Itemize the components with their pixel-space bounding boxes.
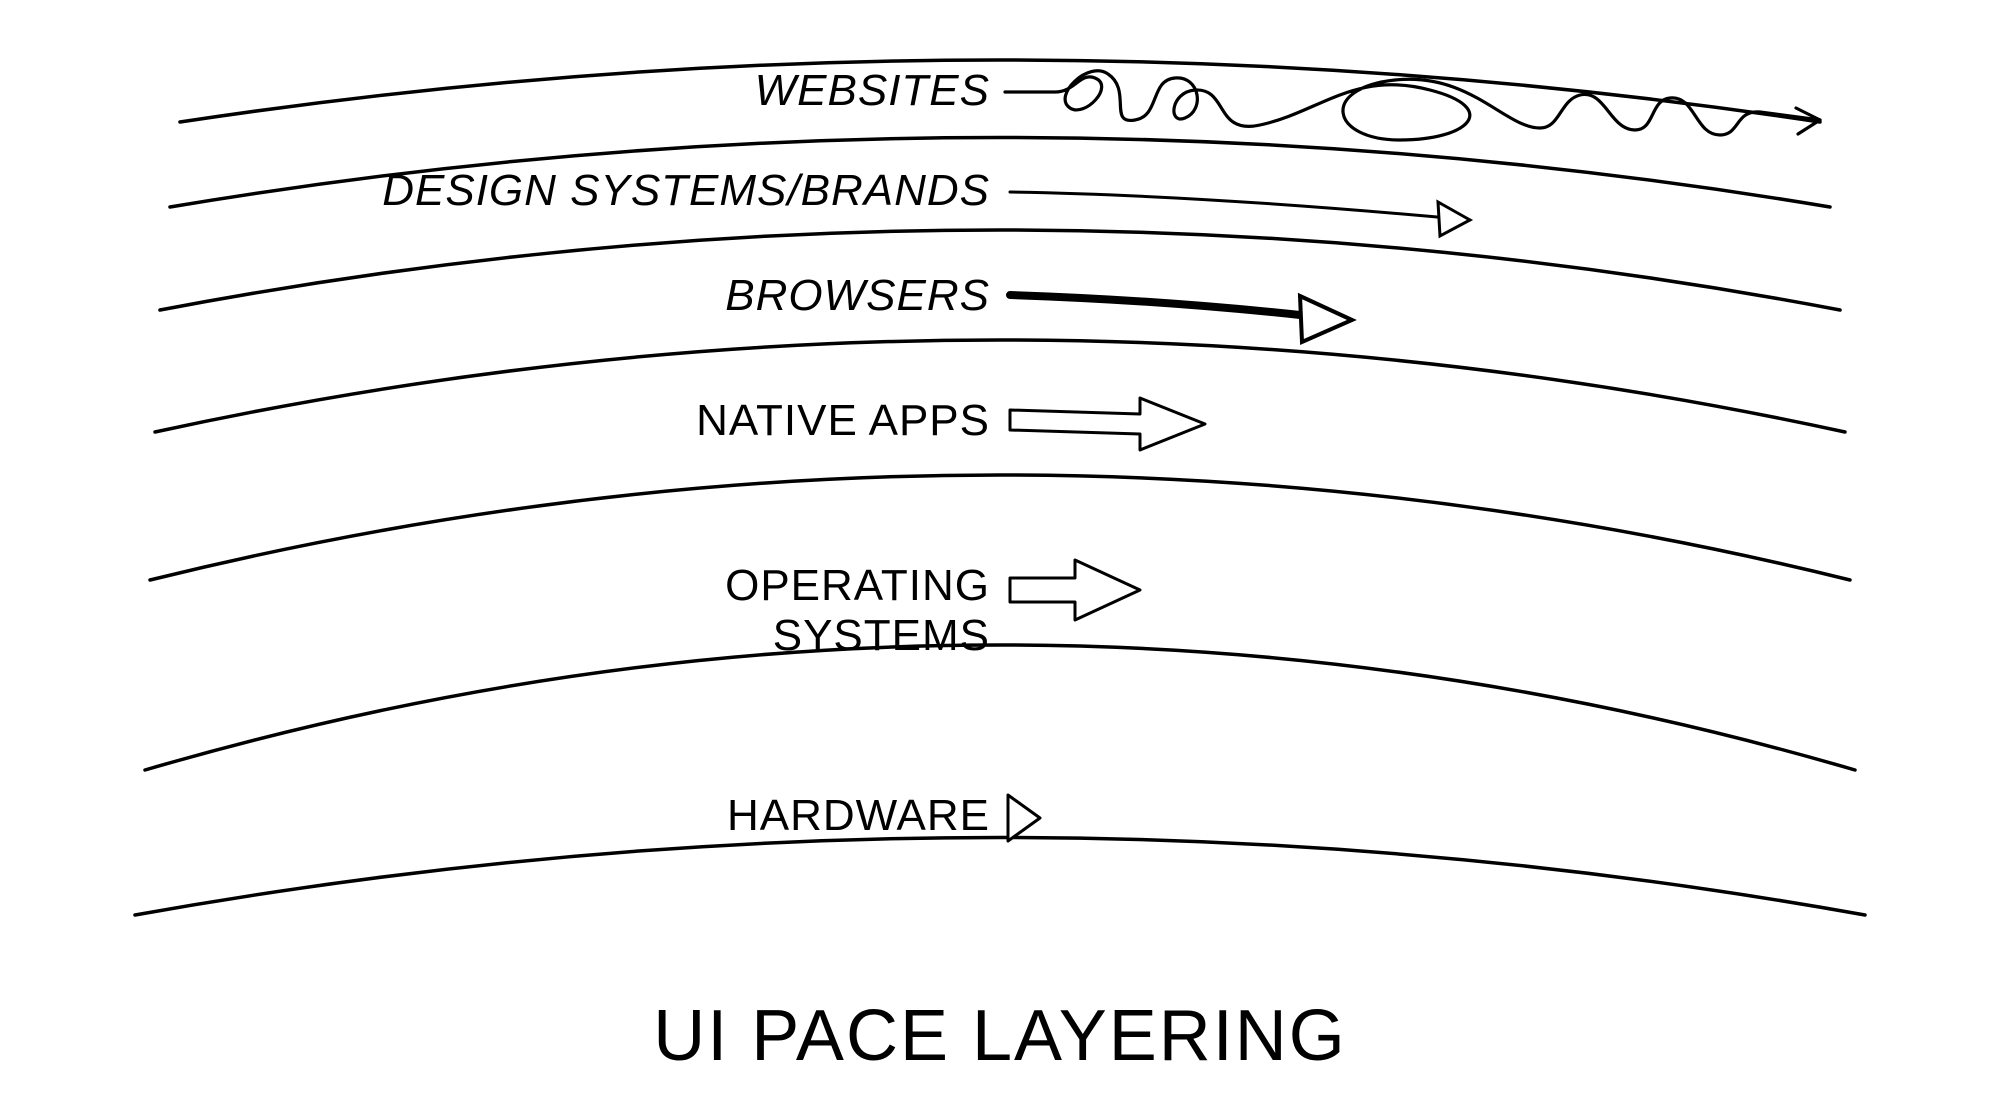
layer-label-design-systems: DESIGN SYSTEMS/BRANDS [382, 166, 990, 215]
arrow-browsers [1010, 295, 1352, 342]
layer-label-browsers: BROWSERS [725, 271, 990, 320]
layer-native-apps: NATIVE APPS [696, 396, 1205, 450]
arrow-head-icon [1300, 296, 1352, 342]
arrow-head-icon [1438, 202, 1470, 236]
arrow-outline-icon [1010, 398, 1205, 450]
layer-browsers: BROWSERS [725, 271, 1352, 342]
arrow-shaft [1010, 192, 1470, 220]
arc-5 [145, 645, 1855, 770]
arc-3 [155, 340, 1845, 432]
pace-layering-diagram: WEBSITES DESIGN SYSTEMS/BRANDS BROWSERS … [0, 0, 2000, 1109]
arc-0 [180, 60, 1820, 122]
layer-label-websites: WEBSITES [755, 66, 990, 115]
arrow-outline-icon [1010, 560, 1140, 620]
layer-hardware: HARDWARE [727, 791, 1040, 841]
arc-2 [160, 230, 1840, 310]
layer-label-native-apps: NATIVE APPS [696, 396, 990, 445]
layer-label-operating-systems-line2: SYSTEMS [773, 611, 990, 660]
arrow-native-apps [1010, 398, 1205, 450]
layer-websites: WEBSITES [755, 66, 1820, 140]
arc-6 [135, 838, 1865, 916]
arrow-head-icon [1008, 795, 1040, 841]
layer-label-hardware: HARDWARE [727, 791, 990, 840]
layer-label-operating-systems-line1: OPERATING [725, 561, 990, 610]
arc-4 [150, 475, 1850, 580]
arrow-operating-systems [1010, 560, 1140, 620]
diagram-title: UI PACE LAYERING [653, 996, 1347, 1076]
arrow-shaft [1010, 295, 1300, 315]
layer-design-systems: DESIGN SYSTEMS/BRANDS [382, 166, 1470, 236]
arrow-hardware [1008, 795, 1040, 841]
